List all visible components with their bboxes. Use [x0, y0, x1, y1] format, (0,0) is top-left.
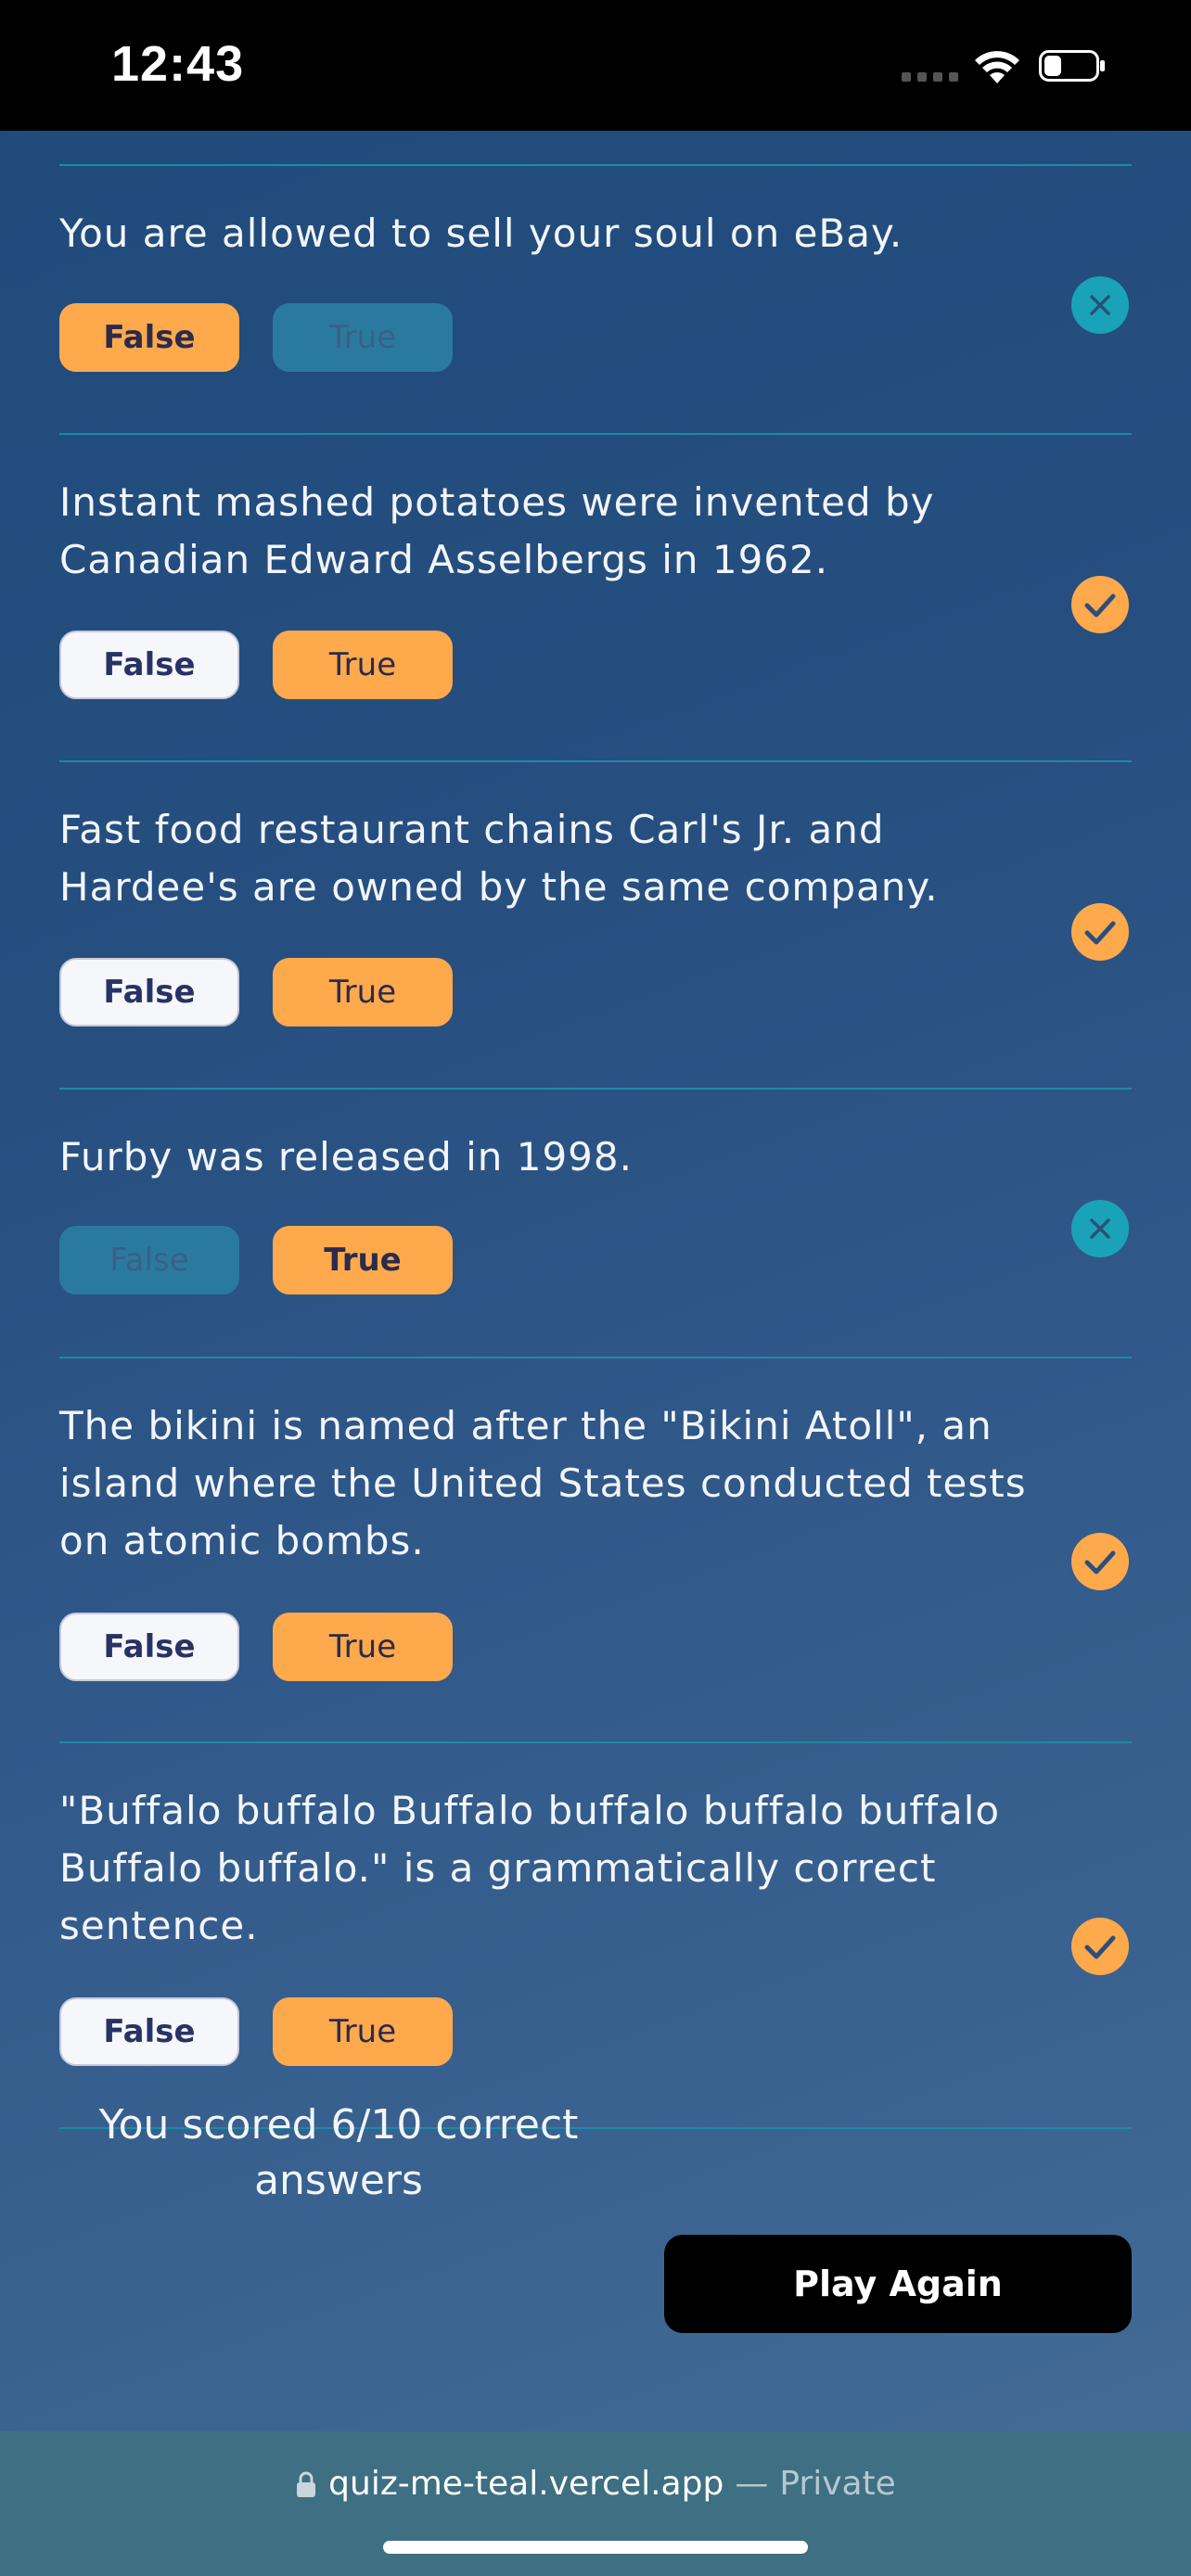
answer-false-button[interactable]: False	[59, 631, 239, 699]
score-text: You scored 6/10 correct answers	[98, 2101, 579, 2204]
question-text: You are allowed to sell your soul on eBa…	[59, 210, 903, 256]
answer-false-button[interactable]: False	[59, 303, 239, 372]
x-circle-icon	[1071, 276, 1129, 334]
url-text: quiz-me-teal.vercel.app	[328, 2465, 724, 2503]
answer-false-button[interactable]: False	[59, 958, 239, 1027]
question-text: Instant mashed potatoes were invented by…	[59, 479, 935, 582]
answer-true-button[interactable]: True	[273, 1613, 453, 1681]
answer-true-button[interactable]: True	[273, 958, 453, 1027]
question-text: Furby was released in 1998.	[59, 1134, 633, 1180]
question-text: "Buffalo buffalo Buffalo buffalo buffalo…	[59, 1788, 1001, 1948]
cellular-signal-icon	[902, 72, 958, 82]
answer-true-button[interactable]: True	[273, 631, 453, 699]
play-again-button[interactable]: Play Again	[664, 2235, 1132, 2333]
private-mode-label: Private	[779, 2465, 896, 2503]
check-circle-icon	[1071, 1918, 1129, 1975]
lock-icon	[297, 2471, 316, 2497]
divider	[59, 760, 1132, 762]
answer-true-button[interactable]: True	[273, 1226, 453, 1294]
divider	[59, 433, 1132, 435]
question-text: The bikini is named after the "Bikini At…	[59, 1403, 1027, 1563]
wifi-icon	[975, 51, 1019, 83]
divider	[59, 1741, 1132, 1743]
check-circle-icon	[1071, 903, 1129, 961]
divider	[59, 1088, 1132, 1090]
quiz-results: You are allowed to sell your soul on eBa…	[0, 131, 1191, 2431]
answer-false-button[interactable]: False	[59, 1613, 239, 1681]
answer-false-button[interactable]: False	[59, 1226, 239, 1294]
check-circle-icon	[1071, 576, 1129, 633]
answer-true-button[interactable]: True	[273, 303, 453, 372]
battery-icon	[1039, 50, 1105, 82]
divider	[59, 1357, 1132, 1358]
status-time: 12:43	[111, 36, 245, 92]
x-circle-icon	[1071, 1200, 1129, 1257]
check-circle-icon	[1071, 1533, 1129, 1590]
home-indicator[interactable]	[383, 2541, 808, 2554]
answer-false-button[interactable]: False	[59, 1997, 239, 2066]
question-text: Fast food restaurant chains Carl's Jr. a…	[59, 807, 939, 910]
divider	[59, 164, 1132, 166]
status-bar: 12:43	[0, 0, 1191, 131]
url-display[interactable]: quiz-me-teal.vercel.app — Private	[0, 2465, 1191, 2503]
url-separator: —	[735, 2465, 769, 2503]
answer-true-button[interactable]: True	[273, 1997, 453, 2066]
browser-address-bar[interactable]: quiz-me-teal.vercel.app — Private	[0, 2431, 1191, 2576]
